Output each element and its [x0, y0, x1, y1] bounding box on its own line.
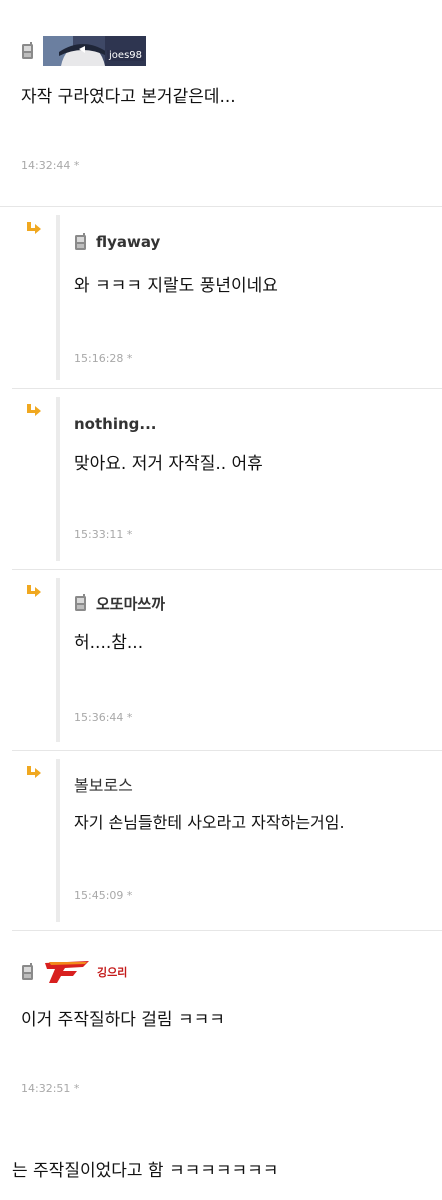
post-body-text: 는 주작질이었다고 함 ㅋㅋㅋㅋㅋㅋㅋ [12, 1161, 279, 1181]
mobile-phone-icon [22, 42, 33, 59]
team-logo-icon [45, 961, 89, 983]
author-nick[interactable]: nothing... [74, 415, 157, 433]
reply-item: 오또마쓰까 허....참... 15:36:44 * [12, 570, 442, 751]
comment-time: 15:36:44 * [74, 711, 133, 724]
comment-text: 허....참... [74, 633, 144, 653]
comment-author: 깅으리 [21, 957, 442, 987]
comment-author: nothing... [74, 409, 442, 439]
comment-time: 15:33:11 * [74, 528, 133, 541]
author-nick[interactable]: 오또마쓰까 [96, 593, 165, 614]
author-nick[interactable]: flyaway [96, 233, 160, 251]
comment-time: 15:45:09 * [74, 889, 133, 902]
reply-indent-bar [56, 759, 60, 922]
comment-time: 14:32:44 * [21, 159, 80, 172]
reply-item: nothing... 맞아요. 저거 자작질.. 어휴 15:33:11 * [12, 389, 442, 570]
comment-author: joes98 [21, 36, 442, 66]
reply-indent-bar [56, 215, 60, 380]
mobile-phone-icon [75, 594, 86, 611]
comment-text: 자기 손님들한테 사오라고 자작하는거임. [74, 813, 345, 832]
reply-arrow-icon [27, 766, 41, 778]
comment-text: 맞아요. 저거 자작질.. 어휴 [74, 454, 263, 474]
comment-author: 볼보로스 [74, 769, 442, 799]
comment-author: flyaway [74, 227, 442, 257]
comment-text: 이거 주작질하다 걸림 ㅋㅋㅋ [21, 1010, 225, 1030]
comment-text: 와 ㅋㅋㅋ 지랄도 풍년이네요 [74, 276, 278, 296]
avatar-nick: joes98 [107, 50, 144, 61]
reply-arrow-icon [27, 585, 41, 597]
avatar[interactable]: 깅으리 [43, 957, 127, 987]
reply-item: flyaway 와 ㅋㅋㅋ 지랄도 풍년이네요 15:16:28 * [12, 207, 442, 389]
avatar[interactable]: joes98 [43, 36, 146, 66]
reply-arrow-icon [27, 222, 41, 234]
comment-text: 자작 구라였다고 본거같은데... [21, 87, 236, 107]
author-nick: 깅으리 [97, 966, 128, 979]
reply-item: 볼보로스 자기 손님들한테 사오라고 자작하는거임. 15:45:09 * [12, 751, 442, 931]
author-nick[interactable]: 볼보로스 [74, 772, 133, 796]
mobile-phone-icon [75, 233, 86, 250]
mobile-phone-icon [22, 963, 33, 980]
comment-time: 14:32:51 * [21, 1082, 80, 1095]
comment-item: 깅으리 이거 주작질하다 걸림 ㅋㅋㅋ 14:32:51 * [0, 931, 442, 1131]
comment-time: 15:16:28 * [74, 352, 133, 365]
reply-arrow-icon [27, 404, 41, 416]
reply-indent-bar [56, 397, 60, 561]
reply-indent-bar [56, 578, 60, 742]
comment-item: joes98 자작 구라였다고 본거같은데... 14:32:44 * [0, 0, 442, 207]
comment-author: 오또마쓰까 [74, 588, 442, 618]
